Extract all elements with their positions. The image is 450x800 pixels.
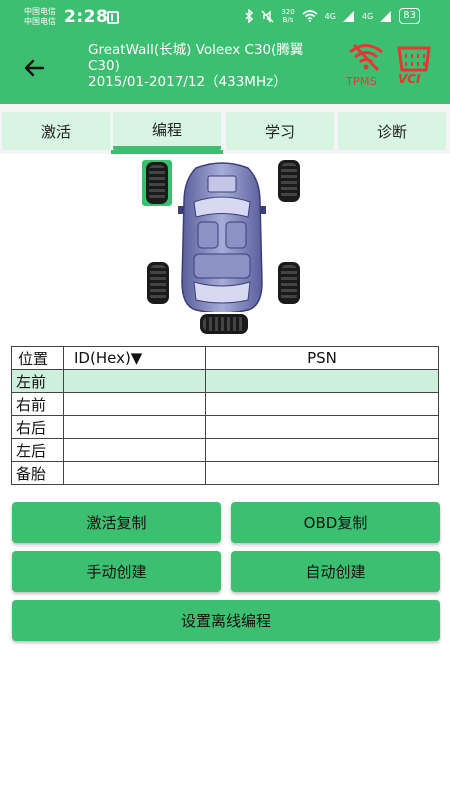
cell-id[interactable]: [63, 438, 206, 462]
table-row[interactable]: 左前: [11, 369, 439, 393]
bluetooth-icon: [245, 9, 254, 23]
cell-id[interactable]: [63, 369, 206, 393]
signal-1-label: 4G: [324, 11, 336, 21]
active-tab-indicator: [111, 150, 223, 154]
tire-rear-left[interactable]: [147, 262, 169, 304]
car-body-image: [178, 162, 266, 312]
tire-front-right[interactable]: [278, 160, 300, 202]
cell-id[interactable]: [63, 392, 206, 416]
vehicle-diagram: [0, 156, 450, 340]
network-speed-unit: B/s: [282, 16, 294, 24]
carrier-2: 中国电信: [24, 17, 56, 26]
tab-program[interactable]: 编程: [113, 112, 221, 150]
column-header-position: 位置: [11, 346, 64, 370]
app-header: GreatWall(长城) Voleex C30(腾翼 C30) 2015/01…: [0, 34, 450, 104]
obd-copy-button[interactable]: OBD复制: [231, 502, 440, 543]
manual-create-button[interactable]: 手动创建: [12, 551, 221, 592]
vehicle-title: GreatWall(长城) Voleex C30(腾翼 C30) 2015/01…: [88, 42, 340, 90]
tab-learn[interactable]: 学习: [226, 112, 334, 150]
sensor-table: 位置 ID(Hex)▼ PSN 左前 右前 右后 左后 备胎: [11, 346, 439, 485]
battery-indicator: 83: [399, 8, 420, 24]
signal-bars-icon: [342, 10, 354, 22]
tpms-logo: TPMS: [342, 42, 388, 92]
tab-activate[interactable]: 激活: [2, 112, 110, 150]
cell-id[interactable]: [63, 415, 206, 439]
vehicle-title-line-3: 2015/01-2017/12（433MHz）: [88, 74, 287, 90]
table-row[interactable]: 右后: [11, 415, 439, 439]
network-speed: 320 B/s: [281, 8, 294, 24]
wifi-icon: [302, 10, 318, 22]
vehicle-title-line-1: GreatWall(长城) Voleex C30(腾翼: [88, 42, 304, 58]
activate-copy-button[interactable]: 激活复制: [12, 502, 221, 543]
tire-front-left[interactable]: [146, 162, 168, 204]
offline-program-button[interactable]: 设置离线编程: [12, 600, 440, 641]
cell-position: 右前: [11, 392, 64, 416]
column-header-id[interactable]: ID(Hex)▼: [63, 346, 206, 370]
tab-bar: 激活 编程 学习 诊断: [0, 104, 450, 154]
status-bar: 中国电信 中国电信 2:28 320 B/s 4G 4G 83: [0, 0, 450, 34]
cell-position: 左前: [11, 369, 64, 393]
cell-position: 右后: [11, 415, 64, 439]
column-header-psn: PSN: [205, 346, 439, 370]
nfc-icon: [107, 11, 119, 24]
table-row[interactable]: 左后: [11, 438, 439, 462]
network-speed-value: 320: [281, 8, 295, 16]
cell-psn[interactable]: [205, 369, 439, 393]
tire-rear-right[interactable]: [278, 262, 300, 304]
signal-bars-2-icon: [380, 10, 392, 22]
vci-connector-icon: [397, 46, 431, 72]
cell-psn[interactable]: [205, 461, 439, 485]
mute-icon: [261, 9, 274, 23]
clock: 2:28: [64, 7, 109, 27]
signal-2-label: 4G: [361, 11, 374, 21]
arrow-left-icon: [24, 59, 45, 77]
header-logos: TPMS VCI: [342, 42, 434, 92]
vci-logo: VCI: [396, 44, 432, 90]
tab-diagnose[interactable]: 诊断: [338, 112, 446, 150]
cell-psn[interactable]: [205, 438, 439, 462]
table-row[interactable]: 右前: [11, 392, 439, 416]
cell-psn[interactable]: [205, 392, 439, 416]
cell-psn[interactable]: [205, 415, 439, 439]
tire-spare[interactable]: [200, 314, 248, 334]
status-icons: 320 B/s 4G 4G 83: [245, 8, 420, 24]
table-row[interactable]: 备胎: [11, 461, 439, 485]
cell-id[interactable]: [63, 461, 206, 485]
vci-label: VCI: [398, 72, 421, 86]
carrier-info: 中国电信 中国电信: [24, 7, 56, 27]
tpms-label: TPMS: [346, 75, 378, 88]
vehicle-title-line-2: C30): [88, 58, 120, 74]
back-button[interactable]: [18, 52, 50, 84]
cell-position: 左后: [11, 438, 64, 462]
wifi-off-icon: [349, 43, 383, 72]
carrier-1: 中国电信: [24, 7, 56, 16]
table-header-row: 位置 ID(Hex)▼ PSN: [11, 346, 439, 370]
auto-create-button[interactable]: 自动创建: [231, 551, 440, 592]
cell-position: 备胎: [11, 461, 64, 485]
